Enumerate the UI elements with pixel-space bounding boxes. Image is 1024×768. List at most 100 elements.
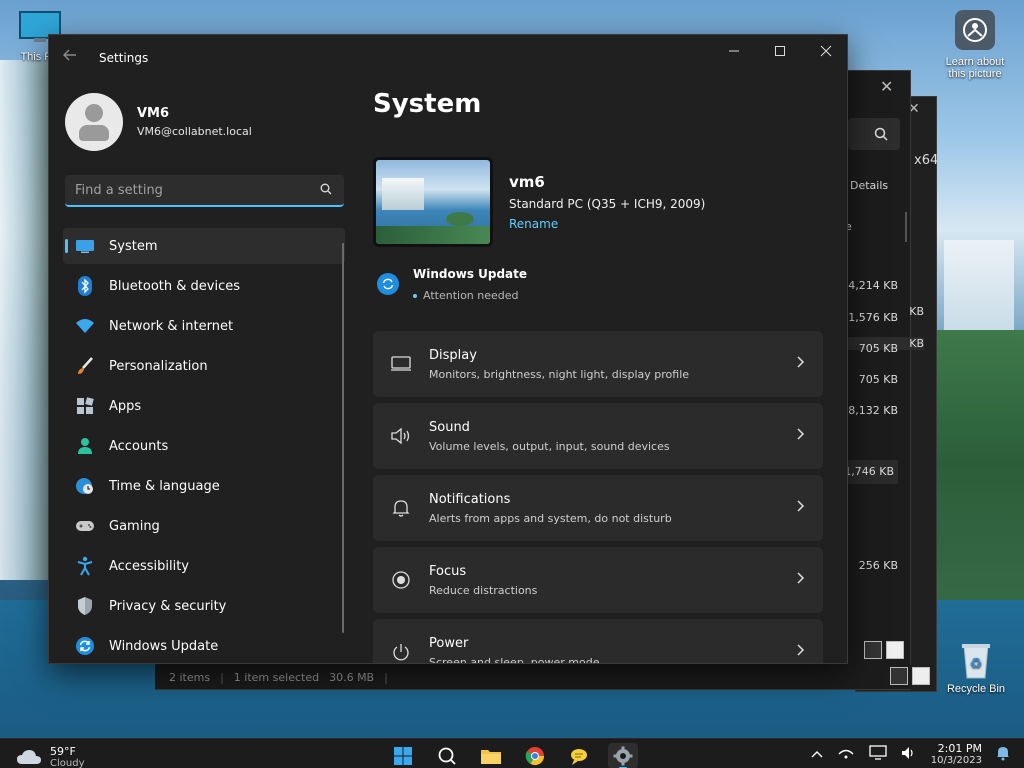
system-tray: 2:01 PM 10/3/2023 [811,742,1010,766]
sidebar-item-label: System [109,238,158,254]
weather-temp: 59°F [50,745,76,758]
list-view-icon[interactable] [890,667,908,685]
card-power[interactable]: Power Screen and sleep, power mode [373,619,823,663]
taskbar-file-explorer[interactable] [476,743,506,768]
tile-view-icon[interactable] [886,641,904,659]
windows-update-status[interactable]: Windows Update Attention needed [377,267,527,302]
sidebar-item-accessibility[interactable]: Accessibility [63,548,345,584]
close-icon [820,45,832,57]
update-icon [377,273,399,295]
sidebar-item-windows-update[interactable]: Windows Update [63,628,345,663]
chevron-right-icon [797,572,805,584]
settings-cards: Display Monitors, brightness, night ligh… [373,331,823,663]
volume-icon[interactable] [901,746,917,763]
title-bar[interactable]: Settings [49,35,847,81]
card-sound[interactable]: Sound Volume levels, output, input, soun… [373,403,823,469]
camera-icon [955,10,995,50]
wallpaper-thumbnail[interactable] [373,157,493,247]
maximize-button[interactable] [757,35,803,67]
minimize-icon [729,50,739,52]
settings-window[interactable]: Settings VM6 VM6@collabnet.local Find a … [48,34,848,664]
sidebar-item-gaming[interactable]: Gaming [63,508,345,544]
bluetooth-icon [75,276,95,296]
view-toggle[interactable] [890,667,930,685]
view-toggle[interactable] [864,641,904,659]
card-display[interactable]: Display Monitors, brightness, night ligh… [373,331,823,397]
clock[interactable]: 2:01 PM 10/3/2023 [931,742,982,766]
display-icon [389,352,413,376]
sidebar-item-label: Network & internet [109,318,234,334]
clock-time: 2:01 PM [937,742,982,755]
back-arrow-icon[interactable] [62,49,77,65]
search-input[interactable] [75,182,310,198]
clock-date: 10/3/2023 [930,755,982,766]
gamepad-icon [75,516,95,536]
minimize-button[interactable] [711,35,757,67]
list-view-icon[interactable] [864,641,882,659]
avatar[interactable] [65,93,123,151]
windows-logo-icon [394,747,412,765]
folder-icon [481,750,501,764]
tile-view-icon[interactable] [912,667,930,685]
card-subtitle: Alerts from apps and system, do not dist… [429,511,672,525]
cloud-icon [17,750,41,764]
speaker-icon [389,424,413,448]
page-title: System [373,89,482,119]
taskbar-settings[interactable] [608,743,638,768]
taskbar-chrome[interactable] [520,743,550,768]
sidebar-item-personalization[interactable]: Personalization [63,348,345,384]
user-email: VM6@collabnet.local [137,125,252,138]
card-focus[interactable]: Focus Reduce distractions [373,547,823,613]
taskbar-apps [388,743,638,768]
chevron-up-icon[interactable] [811,748,823,761]
sidebar-item-time-language[interactable]: Time & language [63,468,345,504]
status-items: 2 items [169,670,211,684]
update-icon [75,636,95,656]
user-profile[interactable]: VM6 VM6@collabnet.local [65,93,252,151]
rename-link[interactable]: Rename [509,217,705,231]
network-status-icon[interactable] [837,746,855,763]
task-manager-search[interactable] [848,118,900,150]
search-icon [874,127,888,141]
card-subtitle: Reduce distractions [429,583,538,597]
window-title-suffix: x64 [914,153,939,168]
sidebar-item-bluetooth[interactable]: Bluetooth & devices [63,268,345,304]
maximize-icon [775,46,785,56]
chevron-right-icon [797,500,805,512]
search-box[interactable] [65,175,344,207]
sidebar-item-network[interactable]: Network & internet [63,308,345,344]
sidebar-scrollbar[interactable] [342,243,344,633]
weather-widget[interactable]: 59°F Cloudy [16,745,84,768]
sidebar-item-system[interactable]: System [63,228,345,264]
details-label[interactable]: Details [850,179,888,192]
card-subtitle: Volume levels, output, input, sound devi… [429,439,670,453]
sidebar-item-label: Accounts [109,438,169,454]
close-icon[interactable]: ✕ [880,77,893,96]
card-title: Display [429,347,477,363]
card-subtitle: Monitors, brightness, night light, displ… [429,367,690,381]
taskbar-sticky-notes[interactable] [564,743,594,768]
notification-bell-icon[interactable] [996,745,1010,764]
display-tray-icon[interactable] [869,744,887,764]
desktop-icon-recycle-bin[interactable]: ♻ Recycle Bin [940,640,1012,695]
card-title: Notifications [429,491,511,507]
desktop-icon-learn[interactable]: Learn about this picture [934,10,1016,80]
accessibility-icon [75,556,95,576]
taskbar-search[interactable] [432,743,462,768]
search-icon[interactable] [320,183,332,195]
chevron-right-icon [797,428,805,440]
desktop-icon-label: Recycle Bin [946,683,1006,695]
card-title: Sound [429,419,470,435]
sidebar-item-privacy[interactable]: Privacy & security [63,588,345,624]
device-name: vm6 [509,173,545,191]
sidebar-item-accounts[interactable]: Accounts [63,428,345,464]
sidebar-item-label: Bluetooth & devices [109,278,240,294]
focus-icon [389,568,413,592]
shield-icon [75,596,95,616]
apps-icon [75,396,95,416]
start-button[interactable] [388,743,418,768]
sidebar-item-apps[interactable]: Apps [63,388,345,424]
card-notifications[interactable]: Notifications Alerts from apps and syste… [373,475,823,541]
gear-icon [613,746,633,766]
close-button[interactable] [803,35,847,67]
